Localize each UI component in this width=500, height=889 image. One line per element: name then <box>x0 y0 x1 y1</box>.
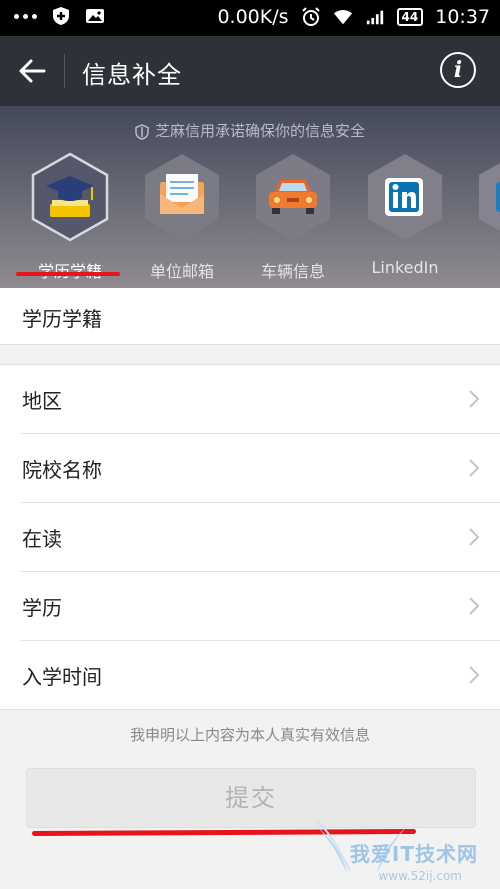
car-icon <box>256 154 330 240</box>
category-linkedin[interactable]: LinkedIn <box>353 152 457 277</box>
row-label: 地区 <box>22 389 62 413</box>
back-arrow-icon[interactable] <box>18 57 46 85</box>
chevron-right-icon <box>469 528 480 546</box>
info-icon[interactable]: i <box>440 52 476 88</box>
alarm-icon <box>301 7 320 26</box>
envelope-icon <box>145 154 219 240</box>
linkedin-icon <box>368 154 442 240</box>
security-notice-text: 芝麻信用承诺确保你的信息安全 <box>154 122 365 140</box>
page-title: 信息补全 <box>82 61 182 89</box>
header-divider <box>64 54 65 88</box>
clock: 10:37 <box>435 6 490 28</box>
watermark: 我爱IT技术网 www.52ij.com <box>262 813 492 883</box>
watermark-url: www.52ij.com <box>378 869 462 883</box>
form-row-degree[interactable]: 学历 <box>20 571 500 640</box>
category-vehicle[interactable]: 车辆信息 <box>241 152 345 282</box>
row-label: 在读 <box>22 527 62 551</box>
row-label: 院校名称 <box>22 458 102 482</box>
signal-icon <box>366 10 383 25</box>
form-row-region[interactable]: 地区 <box>0 365 500 433</box>
more-dots-icon <box>14 13 37 19</box>
row-label: 学历 <box>22 596 62 620</box>
battery-indicator: 44 <box>396 8 424 26</box>
partial-category-icon <box>479 163 500 231</box>
category-banner: 芝麻信用承诺确保你的信息安全 学历学籍 单位邮箱 <box>0 106 500 288</box>
image-icon <box>86 9 104 23</box>
category-label: 车辆信息 <box>260 262 325 281</box>
category-education[interactable]: 学历学籍 <box>18 152 122 282</box>
graduation-cap-icon <box>31 152 109 242</box>
shield-icon <box>135 123 149 140</box>
form-row-enrollment[interactable]: 在读 <box>20 502 500 571</box>
form-row-start-date[interactable]: 入学时间 <box>20 640 500 709</box>
declaration-text: 我申明以上内容为本人真实有效信息 <box>129 726 370 744</box>
category-label: LinkedIn <box>371 258 439 277</box>
category-label: 单位邮箱 <box>149 262 214 281</box>
category-more[interactable] <box>464 152 500 242</box>
chevron-right-icon <box>469 390 480 408</box>
chevron-right-icon <box>469 459 480 477</box>
watermark-text: 我爱IT技术网 <box>349 842 478 866</box>
form-row-school[interactable]: 院校名称 <box>20 433 500 502</box>
category-email[interactable]: 单位邮箱 <box>130 152 234 282</box>
form-list: 地区 院校名称 在读 学历 入学时间 <box>0 364 500 710</box>
chevron-right-icon <box>469 666 480 684</box>
status-bar: 0.00K/s 44 10:37 <box>0 0 500 36</box>
wifi-icon <box>333 9 352 25</box>
category-label: 学历学籍 <box>18 258 122 282</box>
section-title: 学历学籍 <box>22 307 102 331</box>
chevron-right-icon <box>469 597 480 615</box>
network-speed: 0.00K/s <box>217 6 289 28</box>
security-notice: 芝麻信用承诺确保你的信息安全 <box>0 120 500 141</box>
shield-plus-icon <box>53 7 69 25</box>
row-label: 入学时间 <box>22 665 102 689</box>
app-header: 信息补全 i <box>0 36 500 106</box>
active-underline <box>16 272 120 276</box>
section-header: 学历学籍 <box>0 288 500 345</box>
